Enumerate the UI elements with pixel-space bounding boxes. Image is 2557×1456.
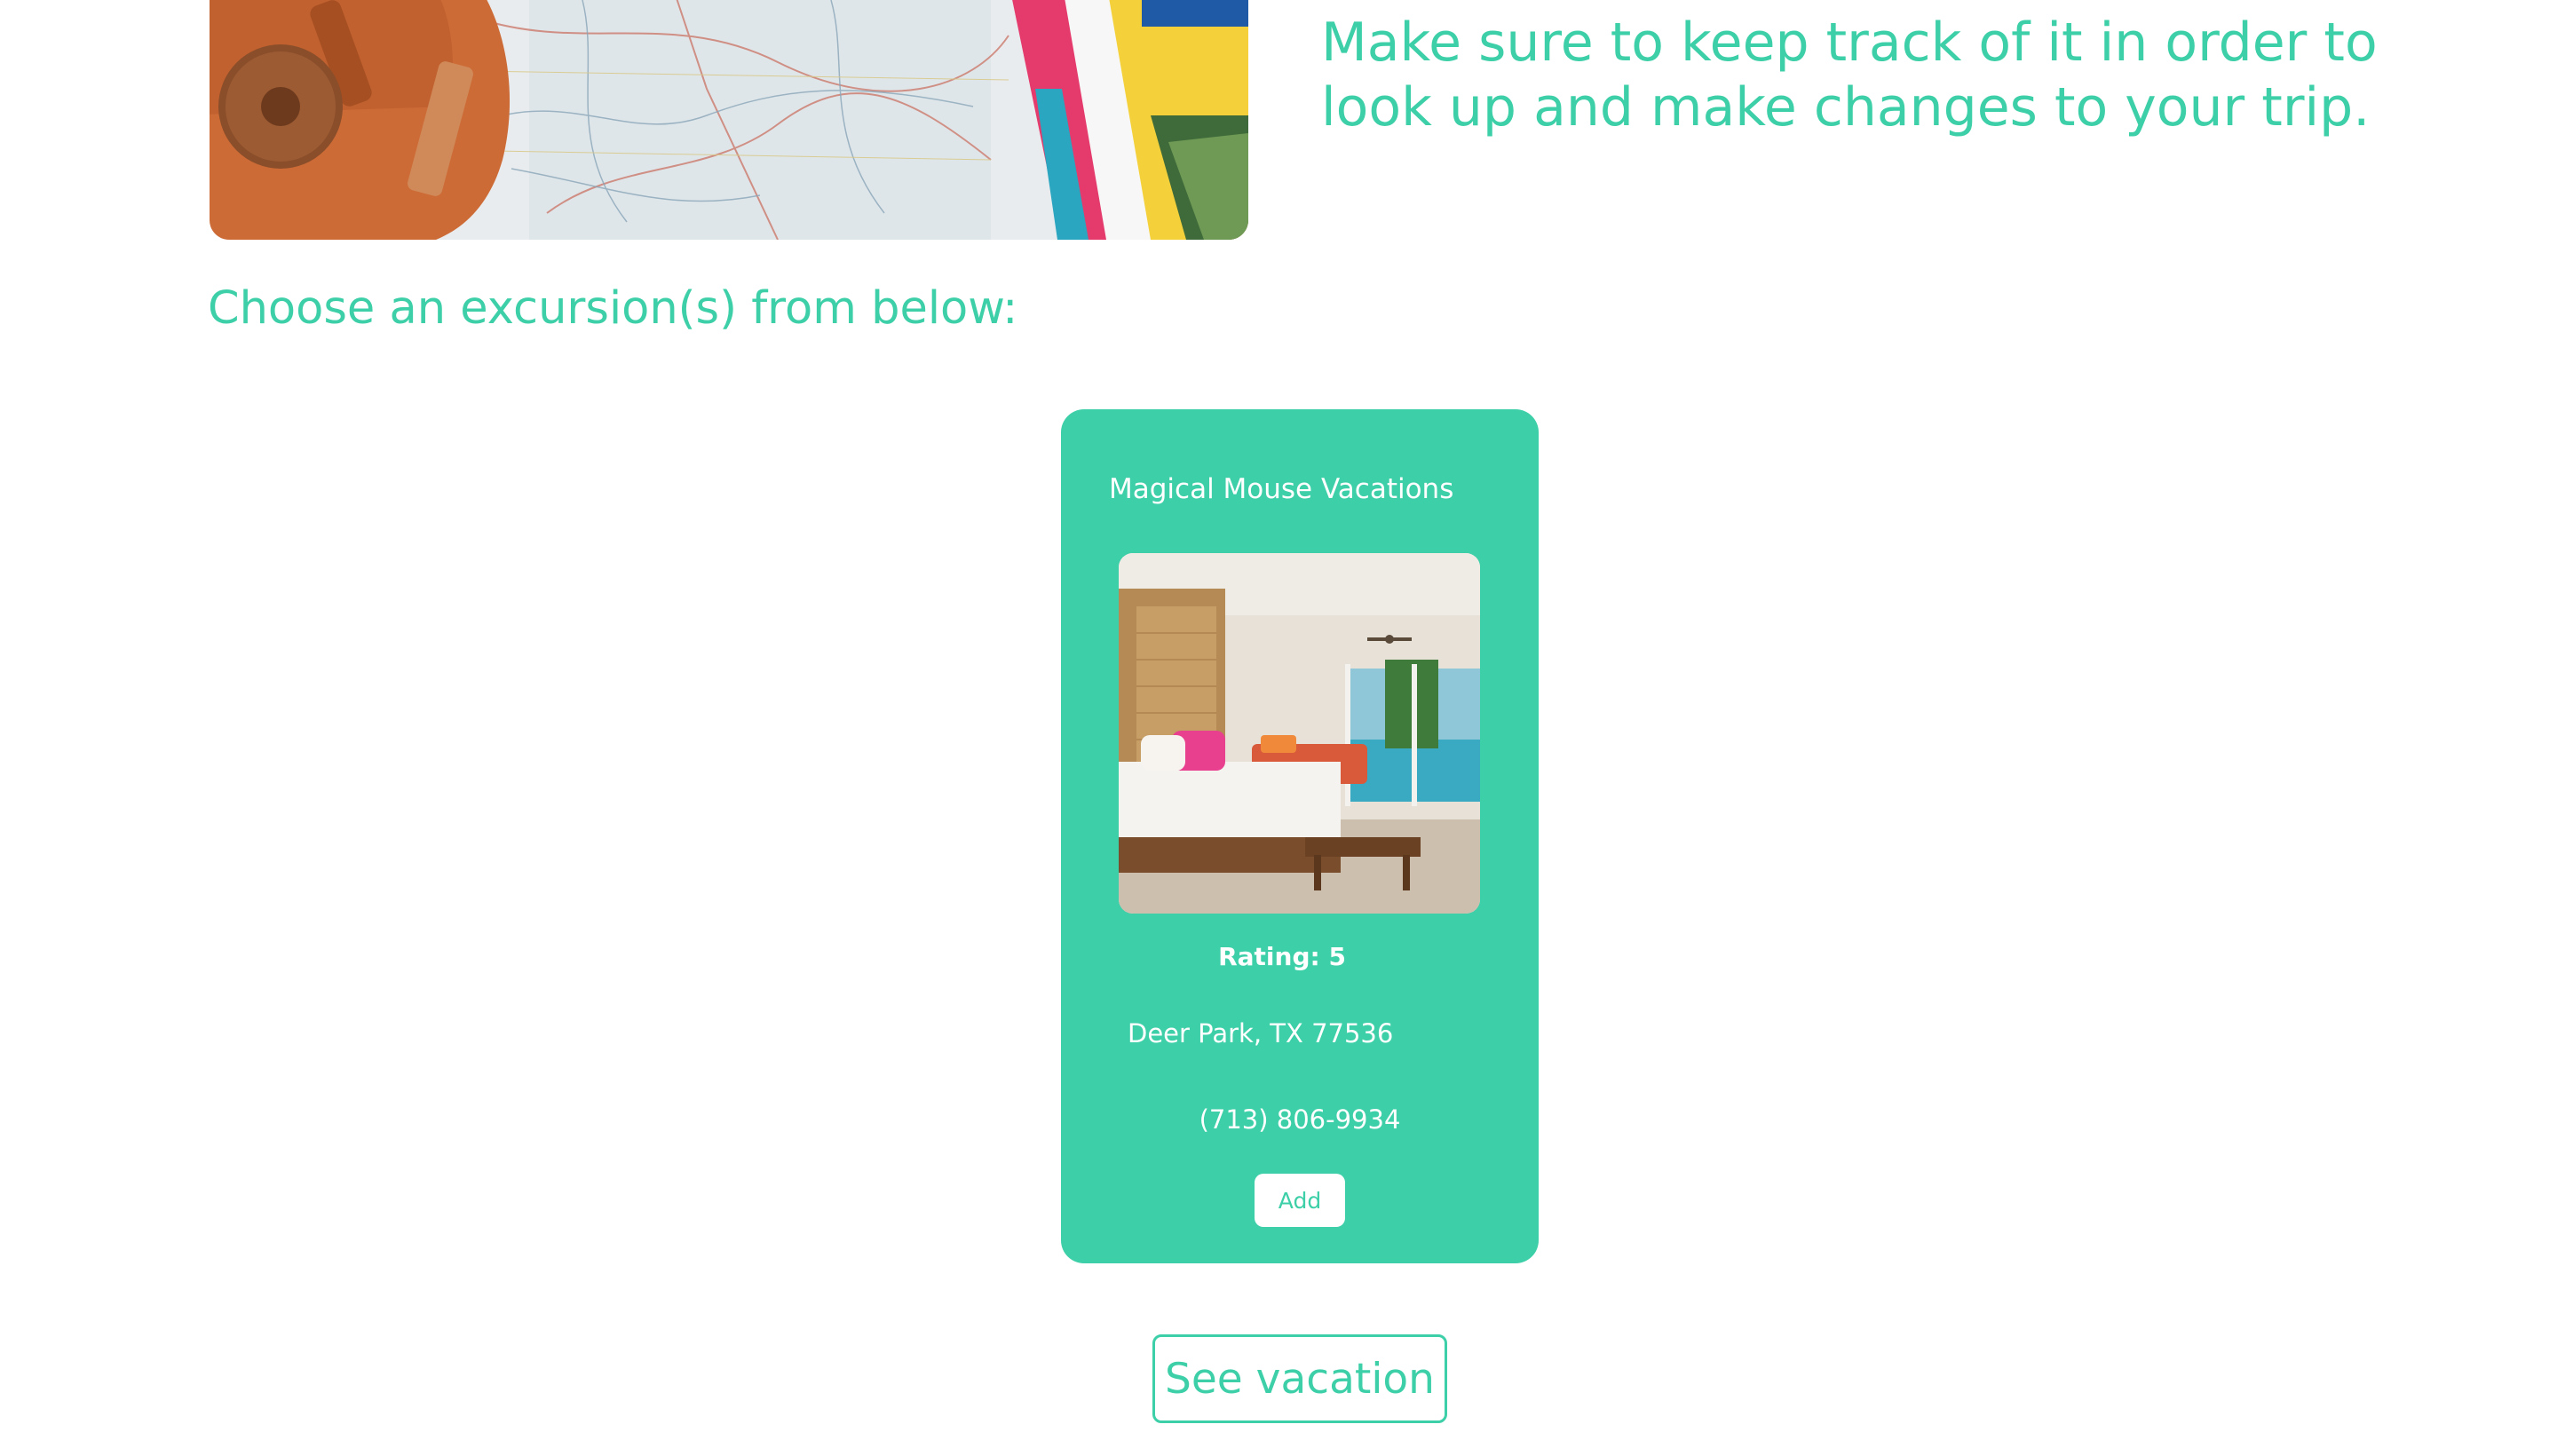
hotel-room-illustration bbox=[1119, 553, 1480, 914]
hero-instruction-text: Make sure to keep track of it in order t… bbox=[1321, 12, 2378, 138]
hotel-room-photo bbox=[1119, 553, 1480, 914]
excursion-address: Deer Park, TX 77536 bbox=[1128, 1018, 1394, 1048]
add-excursion-button[interactable]: Add bbox=[1255, 1174, 1345, 1227]
hero-map-backpack-image bbox=[210, 0, 1248, 240]
excursion-section-heading: Choose an excursion(s) from below: bbox=[208, 282, 1018, 335]
excursion-card: Magical Mouse Vacations Rating: 5 Deer P… bbox=[1061, 409, 1539, 1263]
excursion-phone: (713) 806-9934 bbox=[1199, 1104, 1401, 1135]
excursion-rating: Rating: 5 bbox=[1218, 942, 1346, 971]
map-backpack-illustration bbox=[210, 0, 1248, 240]
excursion-title: Magical Mouse Vacations bbox=[1109, 473, 1454, 505]
see-vacation-button[interactable]: See vacation bbox=[1152, 1334, 1447, 1423]
